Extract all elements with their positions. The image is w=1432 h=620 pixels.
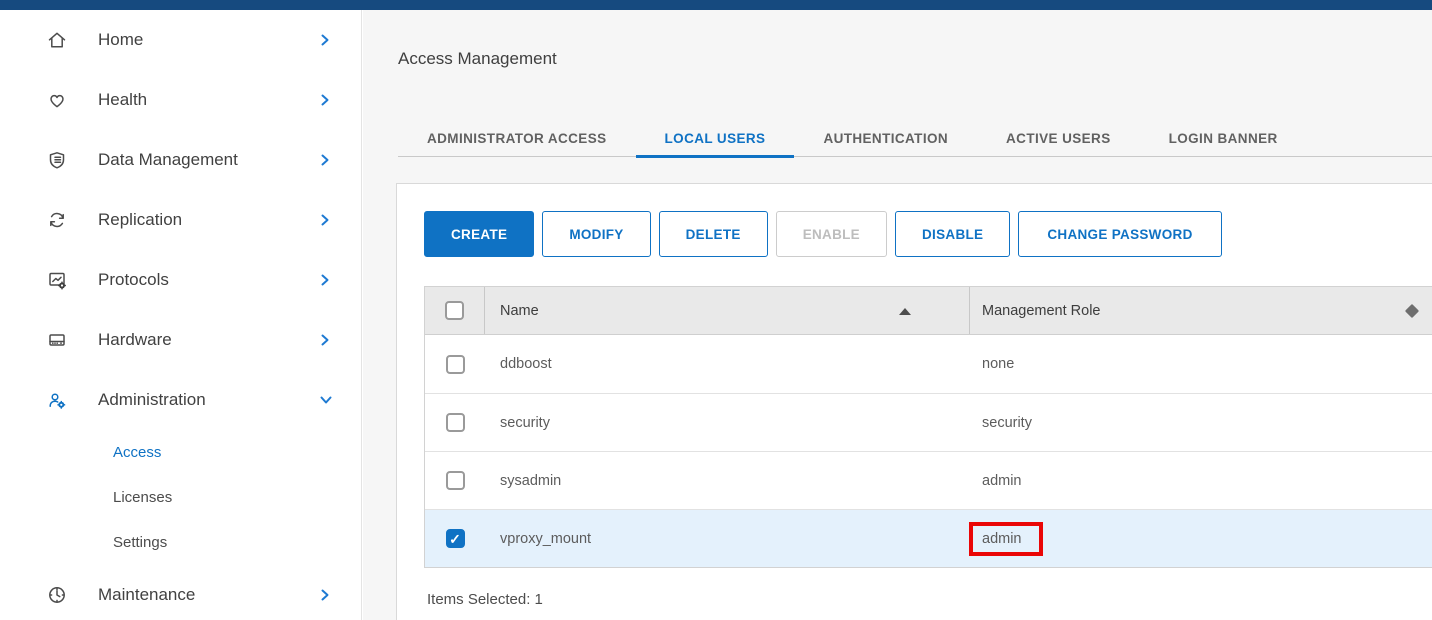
sidebar-subitem-label: Licenses — [113, 489, 172, 506]
sidebar-item-replication[interactable]: Replication — [0, 190, 361, 250]
page-title: Access Management — [398, 49, 557, 69]
sidebar-item-maintenance[interactable]: Maintenance — [0, 565, 361, 620]
enable-button: ENABLE — [776, 211, 887, 257]
home-icon — [46, 29, 68, 51]
sidebar-item-home[interactable]: Home — [0, 10, 361, 70]
user-name: vproxy_mount — [500, 531, 591, 547]
local-users-table: Name Management Role ddboost none secur — [424, 286, 1432, 568]
app-window: Home Health Data Management — [0, 0, 1432, 620]
tab-login-banner[interactable]: LOGIN BANNER — [1140, 120, 1307, 156]
items-selected-status: Items Selected: 1 — [427, 591, 1432, 608]
local-users-panel: CREATE MODIFY DELETE ENABLE DISABLE CHAN… — [396, 183, 1432, 620]
sidebar-subitem-label: Access — [113, 444, 161, 461]
tab-active-users[interactable]: ACTIVE USERS — [977, 120, 1140, 156]
protocols-gear-icon — [46, 269, 68, 291]
select-all-cell — [425, 287, 485, 334]
change-password-button[interactable]: CHANGE PASSWORD — [1018, 211, 1221, 257]
create-button[interactable]: CREATE — [424, 211, 534, 257]
sidebar-item-label: Maintenance — [98, 585, 319, 605]
tab-administrator-access[interactable]: ADMINISTRATOR ACCESS — [398, 120, 636, 156]
sidebar-subitem-licenses[interactable]: Licenses — [0, 475, 361, 520]
table-row-vproxy-mount[interactable]: vproxy_mount admin — [425, 509, 1432, 567]
column-settings-diamond-icon[interactable] — [1405, 303, 1419, 317]
heart-icon — [46, 89, 68, 111]
sidebar-item-label: Data Management — [98, 150, 319, 170]
modify-button[interactable]: MODIFY — [542, 211, 650, 257]
sidebar-item-label: Hardware — [98, 330, 319, 350]
tab-bar: ADMINISTRATOR ACCESS LOCAL USERS AUTHENT… — [398, 120, 1432, 157]
sidebar-item-data-management[interactable]: Data Management — [0, 130, 361, 190]
user-role: none — [982, 356, 1014, 372]
tab-authentication[interactable]: AUTHENTICATION — [794, 120, 977, 156]
chevron-right-icon — [319, 153, 331, 167]
delete-button[interactable]: DELETE — [659, 211, 768, 257]
chevron-right-icon — [319, 213, 331, 227]
name-column-header[interactable]: Name — [485, 287, 970, 334]
sidebar-item-label: Replication — [98, 210, 319, 230]
user-role: security — [982, 415, 1032, 431]
sidebar-item-protocols[interactable]: Protocols — [0, 250, 361, 310]
user-name: sysadmin — [500, 473, 561, 489]
user-name: ddboost — [500, 356, 552, 372]
row-checkbox[interactable] — [446, 355, 465, 374]
sidebar-item-hardware[interactable]: Hardware — [0, 310, 361, 370]
user-gear-icon — [46, 389, 68, 411]
disable-button[interactable]: DISABLE — [895, 211, 1010, 257]
server-icon — [46, 329, 68, 351]
toolbar: CREATE MODIFY DELETE ENABLE DISABLE CHAN… — [424, 211, 1432, 257]
table-row-security[interactable]: security security — [425, 393, 1432, 451]
chevron-down-icon — [319, 393, 331, 407]
tab-local-users[interactable]: LOCAL USERS — [636, 120, 795, 156]
chevron-right-icon — [319, 93, 331, 107]
table-header-row: Name Management Role — [425, 287, 1432, 335]
chevron-right-icon — [319, 33, 331, 47]
sync-icon — [46, 209, 68, 231]
table-row-ddboost[interactable]: ddboost none — [425, 335, 1432, 393]
red-annotation-box: admin — [969, 522, 1043, 556]
row-checkbox[interactable] — [446, 471, 465, 490]
user-role: admin — [982, 531, 1022, 547]
chevron-right-icon — [319, 333, 331, 347]
select-all-checkbox[interactable] — [445, 301, 464, 320]
sidebar-item-label: Home — [98, 30, 319, 50]
chevron-right-icon — [319, 273, 331, 287]
user-role: admin — [982, 473, 1022, 489]
sidebar-subitem-access[interactable]: Access — [0, 430, 361, 475]
sidebar-subitem-settings[interactable]: Settings — [0, 520, 361, 565]
user-name: security — [500, 415, 550, 431]
clock-icon — [46, 584, 68, 606]
sidebar-item-administration[interactable]: Administration — [0, 370, 361, 430]
sidebar-item-health[interactable]: Health — [0, 70, 361, 130]
row-checkbox[interactable] — [446, 413, 465, 432]
shield-icon — [46, 149, 68, 171]
sidebar-subitem-label: Settings — [113, 534, 167, 551]
sort-ascending-icon — [899, 308, 911, 315]
role-column-header[interactable]: Management Role — [970, 287, 1432, 334]
sidebar: Home Health Data Management — [0, 10, 362, 620]
row-checkbox-checked[interactable] — [446, 529, 465, 548]
sidebar-item-label: Health — [98, 90, 319, 110]
main-content: Access Management ADMINISTRATOR ACCESS L… — [363, 10, 1432, 620]
sidebar-item-label: Protocols — [98, 270, 319, 290]
table-row-sysadmin[interactable]: sysadmin admin — [425, 451, 1432, 509]
sidebar-item-label: Administration — [98, 390, 319, 410]
chevron-right-icon — [319, 588, 331, 602]
top-navy-bar — [0, 0, 1432, 10]
